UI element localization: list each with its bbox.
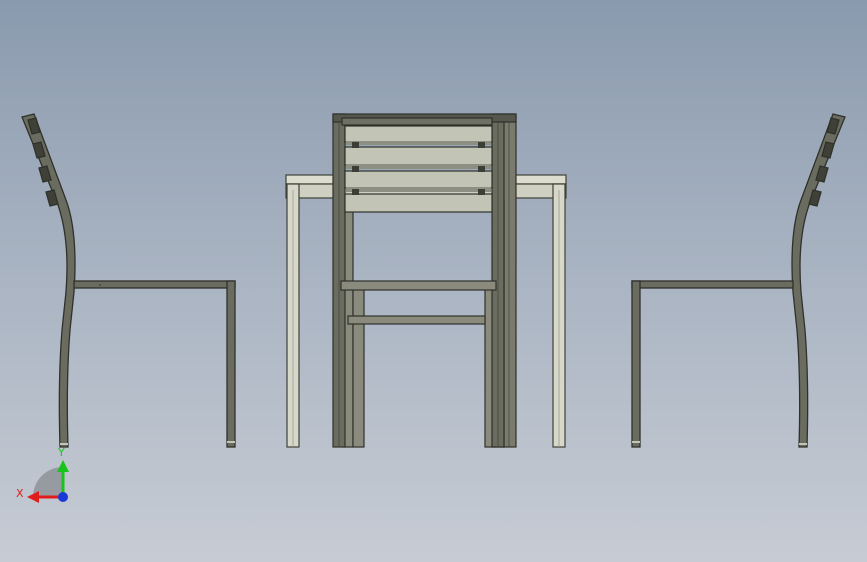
chair-back-frame — [21, 113, 76, 448]
chair-seat-rail — [631, 280, 794, 289]
slat — [344, 146, 493, 166]
side-chair-left[interactable] — [21, 113, 236, 448]
chair-front-leg — [631, 280, 641, 448]
front-chair[interactable] — [332, 113, 517, 448]
x-axis-label: X — [16, 487, 24, 500]
chair-lower-rail — [347, 315, 486, 325]
z-axis-dot — [58, 492, 68, 502]
chair-seat-rail — [340, 280, 497, 291]
slat — [344, 170, 493, 189]
chair-seat-rail — [73, 280, 236, 289]
y-axis-label: Y — [57, 446, 65, 459]
chair-back-frame — [791, 113, 846, 448]
model-scene[interactable]: X Y — [0, 0, 867, 562]
graphics-viewport[interactable]: X Y — [0, 0, 867, 562]
slat — [344, 193, 493, 213]
coordinate-triad-icon: X Y — [16, 446, 69, 503]
chair-front-leg — [226, 280, 236, 448]
slat — [344, 125, 493, 143]
table[interactable] — [285, 174, 567, 448]
side-chair-right[interactable] — [631, 113, 846, 448]
